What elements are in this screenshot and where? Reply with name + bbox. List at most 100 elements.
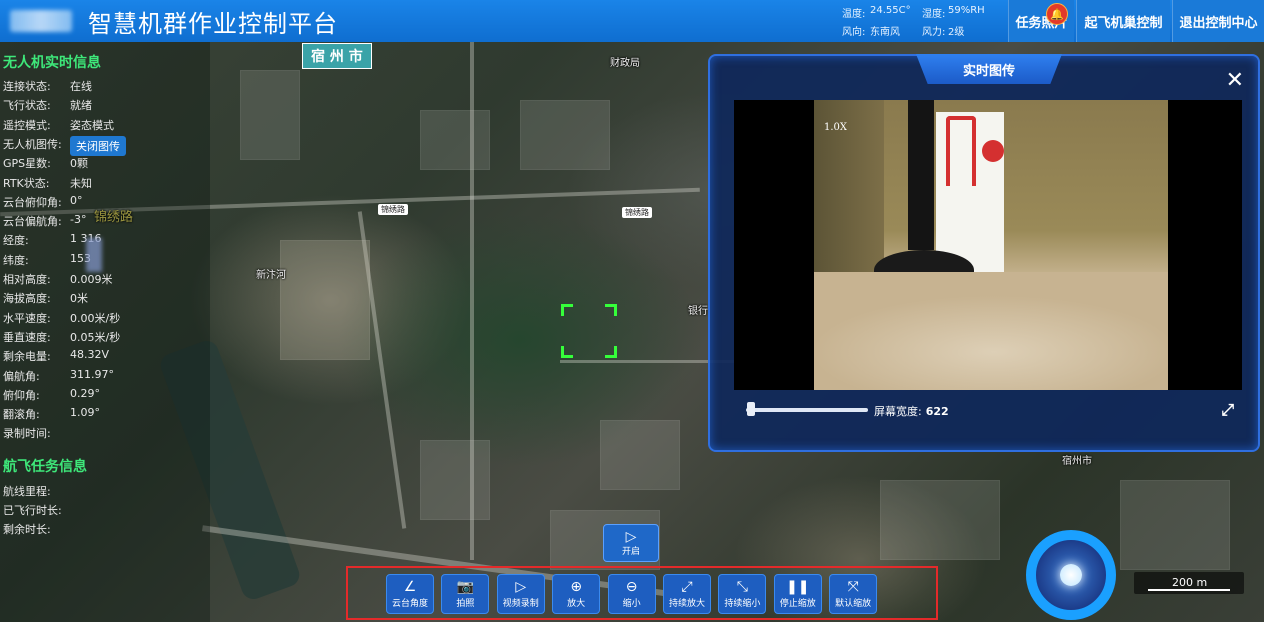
expand-icon: ⤢ [681,579,693,595]
app-title: 智慧机群作业控制平台 [88,9,338,38]
tool-label: 放大 [567,599,586,609]
drone-info-row: 海拔高度: 0米 [3,290,88,306]
drone-info-row: 垂直速度: 0.05米/秒 [3,329,120,345]
info-value: 未知 [70,176,92,190]
temp-value: 24.55C° [870,5,911,16]
info-label: 云台偏航角: [3,215,62,229]
info-value: 0.009米 [70,273,113,286]
flight-info-row: 航线里程: [3,483,70,499]
info-value: 0° [70,193,83,207]
tool-button-play[interactable]: ▷ 视频录制 [496,574,545,614]
tool-button-shrink[interactable]: ⤡ 持续缩小 [718,574,767,614]
info-value: 0.05米/秒 [70,330,121,344]
drone-info-row: 云台偏航角: -3° [3,213,86,229]
start-button[interactable]: ▷ 开启 [603,524,659,562]
tool-button-reset-zoom[interactable]: ⤧ 默认缩放 [829,574,878,614]
drone-info-row: GPS星数: 0颗 [3,155,88,171]
info-label: 经度: [3,234,29,248]
info-label: 无人机图传: [3,137,62,151]
tool-button-pause[interactable]: ❚❚ 停止缩放 [773,574,822,614]
map-city-tag: 宿 州 市 [302,43,372,69]
info-value: -3° [70,213,87,227]
reset-zoom-icon: ⤧ [847,579,859,595]
joystick-handle[interactable] [1060,564,1082,586]
info-value: 在线 [70,80,92,93]
info-label: 垂直速度: [3,330,51,344]
map-scale: 200 m [1134,572,1244,594]
info-label: 偏航角: [3,369,40,383]
zoom-in-icon: ⊕ [570,579,583,595]
video-feed: 1.0X [814,100,1168,390]
info-label: 剩余时长: [3,523,51,536]
flight-info-row: 剩余时长: [3,521,70,537]
info-label: 相对高度: [3,273,51,286]
video-zoom-readout: 1.0X [824,122,848,133]
scale-label: 200 m [1172,576,1208,589]
joystick-control[interactable] [1026,530,1116,620]
tool-button-camera[interactable]: 📷 拍照 [441,574,490,614]
pause-icon: ❚❚ [786,579,810,595]
video-frame: 1.0X [734,100,1242,390]
screen-width-value: 622 [925,405,949,418]
tool-label: 持续缩小 [724,599,761,609]
live-video-panel: 实时图传 ✕ 1.0X 屏幕宽度: 622 ⤢ [708,54,1260,452]
tool-button-zoom-in[interactable]: ⊕ 放大 [552,574,601,614]
drone-info-row: 俯仰角: 0.29° [3,387,100,403]
info-value: 48.32V [70,348,110,362]
info-label: 俯仰角: [3,388,40,402]
info-value: 0.29° [70,386,100,400]
screen-width-label: 屏幕宽度: [874,405,922,418]
flight-info-row: 已飞行时长: [3,502,70,518]
info-label: 录制时间: [3,427,51,441]
info-label: 纬度: [3,253,29,267]
camera-toolbar: ∠ 云台角度 📷 拍照 ▷ 视频录制 ⊕ 放大 ⊖ 缩小 ⤢ 持续放大 ⤡ 持续缩小 ❚❚ 停止缩放 ⤧ 默认缩放 [346,566,938,620]
drone-info-row: 相对高度: 0.009米 [3,271,113,287]
drone-info-row: 遥控模式: 姿态模式 [3,117,114,133]
top-header: 智慧机群作业控制平台 [0,0,1264,42]
close-feed-button[interactable]: 关闭图传 [70,136,126,156]
info-label: 水平速度: [3,311,51,325]
drone-info-row: 剩余电量: 48.32V [3,348,109,364]
drone-info-row: 飞行状态: 就绪 [3,97,92,113]
info-label: 遥控模式: [3,118,51,132]
info-label: 剩余电量: [3,350,51,364]
temp-label: 温度: [842,9,866,20]
humidity-label: 湿度: [922,9,946,20]
wind-force-label: 风力: [922,27,946,38]
drone-info-title: 无人机实时信息 [3,55,101,71]
fullscreen-icon[interactable]: ⤢ [1221,400,1234,420]
slider-handle[interactable] [747,402,756,416]
info-value: 1.09° [70,406,100,420]
close-icon[interactable]: ✕ [1226,68,1244,93]
drone-info-row: 翻滚角: 1.09° [3,406,100,422]
start-label: 开启 [621,546,640,557]
drone-position-marker [561,304,617,358]
info-value: 0颗 [70,157,88,171]
bell-icon[interactable]: 🔔 [1046,3,1068,25]
info-label: 已飞行时长: [3,504,62,517]
tool-button-expand[interactable]: ⤢ 持续放大 [663,574,711,614]
screen-width-slider[interactable] [746,408,868,412]
tool-button-zoom-out[interactable]: ⊖ 缩小 [607,574,656,614]
wind-force-value: 2级 [948,27,965,38]
play-icon: ▷ [515,579,527,595]
info-value: 311.97° [70,367,114,381]
drone-info-row: 录制时间: [3,425,70,441]
info-label: 云台俯仰角: [3,195,62,209]
info-value: 姿态模式 [70,118,114,132]
exit-control-center-button[interactable]: 退出控制中心 [1172,0,1264,42]
takeoff-nest-control-button[interactable]: 起飞机巢控制 [1076,0,1170,42]
drone-info-row: 水平速度: 0.00米/秒 [3,310,120,326]
shrink-icon: ⤡ [736,579,748,595]
humidity-value: 59%RH [948,5,985,16]
tool-button-angle[interactable]: ∠ 云台角度 [386,574,434,614]
tab-live-video[interactable]: 实时图传 [916,54,1062,84]
wind-dir-value: 东南风 [870,27,900,38]
angle-icon: ∠ [403,579,417,595]
flight-info-title: 航飞任务信息 [3,459,87,475]
tool-label: 持续放大 [668,599,705,609]
play-icon: ▷ [625,528,637,545]
drone-info-row: 连接状态: 在线 [3,78,92,94]
info-value: 0.00米/秒 [70,311,121,325]
tool-label: 拍照 [456,599,475,609]
